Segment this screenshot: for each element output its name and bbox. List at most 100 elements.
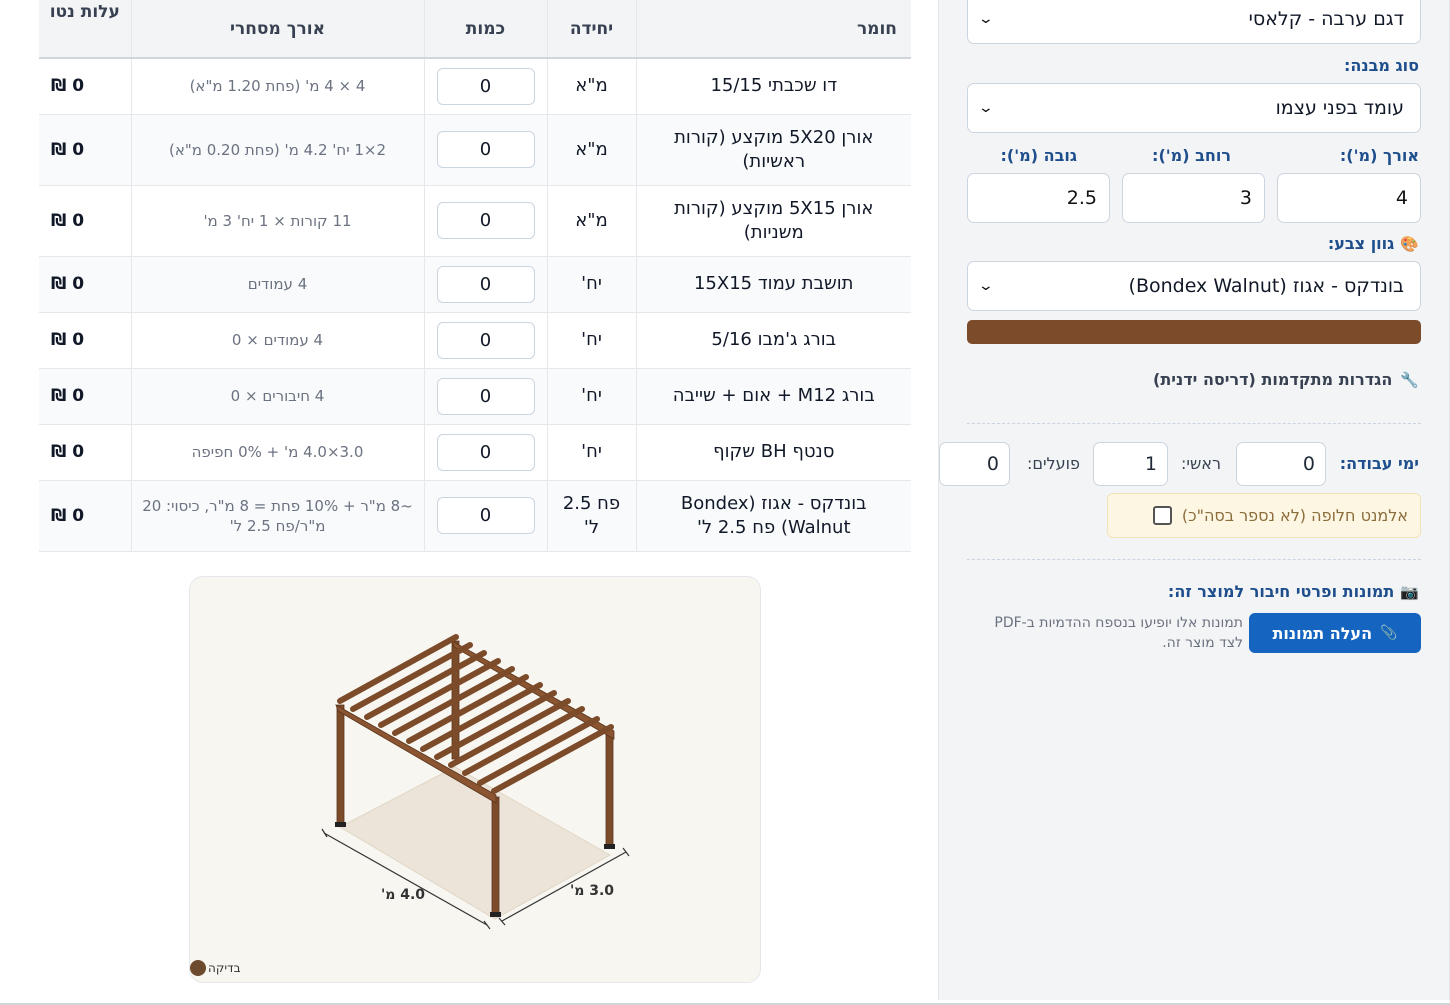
palette-icon: 🎨 [1400, 234, 1419, 253]
row-unit: מ"א [546, 114, 636, 186]
row-unit: יח' [546, 312, 636, 369]
row-qty-cell: 0 [423, 368, 547, 425]
divider [967, 559, 1421, 560]
row-unit: יח' [546, 424, 636, 481]
table-row: בורג ג'מבו 5/16 יח' 0 4 עמודים × 0 0 ₪ [39, 312, 911, 369]
quantity-input[interactable]: 0 [436, 321, 535, 359]
row-qty-cell: 0 [423, 58, 547, 115]
height-input[interactable]: 2.5 [967, 173, 1110, 223]
table-row: אורן 5X15 מוקצע (קורות משניות) מ"א 0 11 … [39, 185, 911, 257]
row-cost: 0 ₪ [39, 256, 131, 313]
alt-element-checkbox[interactable] [1152, 506, 1172, 525]
row-qty-cell: 0 [423, 480, 547, 552]
rafters [337, 634, 614, 794]
row-spec: 4 עמודים × 0 [130, 312, 424, 369]
row-cost: 0 ₪ [39, 424, 131, 481]
chief-input[interactable]: 1 [1093, 442, 1168, 486]
chief-label: ראשי: [1180, 454, 1221, 473]
row-unit: מ"א [546, 185, 636, 257]
quantity-input[interactable]: 0 [436, 433, 535, 471]
row-unit: מ"א [546, 58, 636, 115]
length-label: אורך (מ'): [1339, 146, 1419, 165]
row-unit: יח' [546, 256, 636, 313]
table-row: בורג M12 + אום + שייבה יח' 0 4 חיבורים ×… [39, 368, 911, 425]
row-material: אורן 5X15 מוקצע (קורות משניות) [635, 185, 911, 257]
quantity-input[interactable]: 0 [436, 377, 535, 415]
chevron-down-icon: ⌄ [977, 100, 995, 116]
row-qty-cell: 0 [423, 185, 547, 257]
row-qty-cell: 0 [423, 114, 547, 186]
row-qty-cell: 0 [423, 424, 547, 481]
photos-title: תמונות ופרטי חיבור למוצר זה: [1167, 582, 1395, 601]
row-unit: יח' [546, 368, 636, 425]
row-cost: 0 ₪ [39, 114, 131, 186]
quantity-input[interactable]: 0 [436, 67, 535, 105]
header-quantity: כמות [423, 0, 547, 59]
structure-select[interactable]: עומד בפני עצמו ⌄ [967, 83, 1421, 133]
status-dot-icon [190, 960, 206, 976]
upload-note: תמונות אלו יופיעו בנספח ההדמיות ב-PDF לצ… [994, 615, 1243, 651]
model-select-value: דגם ערבה - קלאסי [1248, 8, 1404, 30]
quantity-input[interactable]: 0 [436, 131, 535, 168]
camera-icon: 📷 [1400, 582, 1419, 601]
model-select[interactable]: דגם ערבה - קלאסי ⌄ [967, 0, 1421, 44]
advanced-settings-label: הגדרות מתקדמות (דריסה ידנית) [1153, 370, 1393, 389]
dim-width-label: 3.0 מ' [570, 883, 614, 899]
dim-length-label: 4.0 מ' [381, 887, 425, 903]
paperclip-icon: 📎 [1380, 625, 1398, 641]
row-spec: 4 עמודים [130, 256, 424, 313]
materials-table: חומר יחידה כמות אורך מסחרי עלות נטו דו ש… [39, 0, 911, 552]
table-header-row: חומר יחידה כמות אורך מסחרי עלות נטו [39, 0, 911, 59]
workdays-label: ימי עבודה: [1339, 454, 1419, 473]
materials-table-wrap: חומר יחידה כמות אורך מסחרי עלות נטו דו ש… [39, 0, 911, 552]
length-input[interactable]: 4 [1277, 173, 1421, 223]
row-spec: 4 × 4 מ' (פחת 1.20 מ"א) [130, 58, 424, 115]
pergola-3d-preview[interactable]: 4.0 מ' 3.0 מ' בדיקה [189, 576, 761, 983]
header-unit: יחידה [546, 0, 636, 59]
header-material: חומר [635, 0, 911, 59]
alt-element-option[interactable]: אלמנט חלופה (לא נספר בסה"כ) [1107, 493, 1421, 538]
header-cost: עלות נטו [39, 0, 131, 59]
structure-select-value: עומד בפני עצמו [1275, 97, 1404, 119]
table-row: בונדקס - אגוז (Bondex Walnut) פח 2.5 ל' … [39, 480, 911, 552]
row-qty-cell: 0 [423, 256, 547, 313]
wrench-icon: 🔧 [1400, 370, 1419, 389]
upload-photos-label: העלה תמונות [1272, 623, 1373, 643]
chevron-down-icon: ⌄ [977, 278, 995, 294]
row-material: בונדקס - אגוז (Bondex Walnut) פח 2.5 ל' [635, 480, 911, 552]
height-label: גובה (מ'): [1000, 146, 1077, 165]
upload-photos-button[interactable]: 📎 העלה תמונות [1249, 613, 1421, 653]
quantity-input[interactable]: 0 [436, 497, 535, 534]
table-row: סנטף BH שקוף יח' 0 3.0×4.0 מ' + 0% חפיפה… [39, 424, 911, 481]
preview-badge: בדיקה [190, 960, 241, 976]
color-select[interactable]: בונדקס - אגוז (Bondex Walnut) ⌄ [967, 261, 1421, 311]
row-qty-cell: 0 [423, 312, 547, 369]
workers-label: פועלים: [1026, 454, 1080, 473]
row-material: בורג ג'מבו 5/16 [635, 312, 911, 369]
color-select-value: בונדקס - אגוז (Bondex Walnut) [1128, 275, 1404, 297]
color-label-row: 🎨 גוון צבע: [1328, 234, 1419, 253]
app-frame: דגם ערבה - קלאסי ⌄ סוג מבנה: עומד בפני ע… [0, 0, 1450, 1005]
row-cost: 0 ₪ [39, 368, 131, 425]
row-spec: ~8 מ"ר + 10% פחת = 8 מ"ר, כיסוי: 20 מ"ר/… [130, 480, 424, 552]
settings-panel: דגם ערבה - קלאסי ⌄ סוג מבנה: עומד בפני ע… [938, 0, 1450, 1000]
quantity-input[interactable]: 0 [436, 265, 535, 303]
structure-label: סוג מבנה: [1343, 56, 1419, 75]
workers-input[interactable]: 0 [939, 442, 1010, 486]
table-row: דו שכבתי 15/15 מ"א 0 4 × 4 מ' (פחת 1.20 … [39, 58, 911, 115]
row-spec: 3.0×4.0 מ' + 0% חפיפה [130, 424, 424, 481]
row-unit: פח 2.5 ל' [546, 480, 636, 552]
row-spec: 11 קורות × 1 יח' 3 מ' [130, 185, 424, 257]
alt-element-label: אלמנט חלופה (לא נספר בסה"כ) [1181, 506, 1408, 525]
row-cost: 0 ₪ [39, 185, 131, 257]
chevron-down-icon: ⌄ [977, 11, 995, 27]
row-material: אורן 5X20 מוקצע (קורות ראשיות) [635, 114, 911, 186]
workdays-input[interactable]: 0 [1236, 442, 1326, 486]
width-input[interactable]: 3 [1122, 173, 1265, 223]
row-material: סנטף BH שקוף [635, 424, 911, 481]
header-length: אורך מסחרי [130, 0, 424, 59]
quantity-input[interactable]: 0 [436, 202, 535, 239]
row-cost: 0 ₪ [39, 58, 131, 115]
advanced-settings-toggle[interactable]: 🔧 הגדרות מתקדמות (דריסה ידנית) [1153, 370, 1419, 389]
row-cost: 0 ₪ [39, 480, 131, 552]
